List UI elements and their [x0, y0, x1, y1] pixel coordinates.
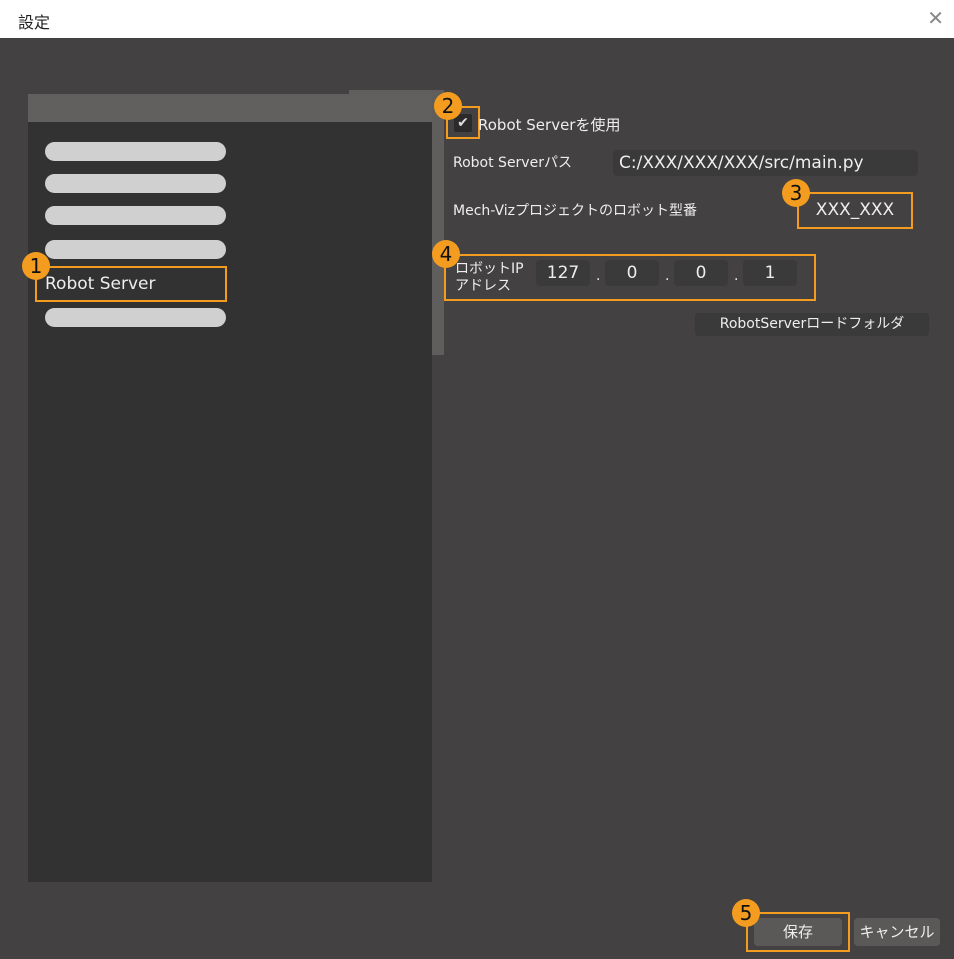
ip-label-line1: ロボットIP	[455, 261, 524, 277]
scrollbar[interactable]	[432, 90, 444, 355]
load-folder-button[interactable]: RobotServerロードフォルダ	[695, 313, 929, 336]
badge-2: 2	[434, 92, 462, 120]
nav-item-placeholder[interactable]	[45, 240, 226, 259]
ip-octet-4[interactable]: 1	[743, 260, 797, 286]
save-button[interactable]: 保存	[754, 918, 842, 946]
path-input[interactable]: C:/XXX/XXX/XXX/src/main.py	[613, 150, 918, 176]
ip-dot: .	[596, 268, 601, 284]
ip-octet-2[interactable]: 0	[605, 260, 659, 286]
ip-dot: .	[665, 268, 670, 284]
model-input[interactable]: XXX_XXX	[797, 192, 913, 229]
nav-item-placeholder[interactable]	[45, 206, 226, 225]
nav-item-label: Robot Server	[45, 274, 156, 294]
path-label: Robot Serverパス	[453, 155, 572, 171]
model-label: Mech-Vizプロジェクトのロボット型番	[453, 203, 698, 219]
badge-3: 3	[782, 179, 810, 207]
nav-panel-header	[28, 94, 432, 122]
use-robot-server-label: Robot Serverを使用	[478, 116, 621, 134]
badge-1: 1	[22, 252, 50, 280]
ip-octet-3[interactable]: 0	[674, 260, 728, 286]
nav-item-robot-server[interactable]: Robot Server	[35, 266, 227, 302]
window-title: 設定	[18, 13, 51, 32]
nav-item-placeholder[interactable]	[45, 142, 226, 161]
scrollbar-top	[349, 90, 432, 94]
badge-4: 4	[432, 240, 460, 268]
ip-label-line2: アドレス	[455, 278, 511, 294]
title-bar	[0, 0, 954, 38]
close-icon[interactable]: ✕	[927, 6, 944, 30]
badge-5: 5	[732, 899, 760, 927]
cancel-button[interactable]: キャンセル	[854, 918, 940, 946]
ip-octet-1[interactable]: 127	[536, 260, 590, 286]
ip-label: ロボットIP アドレス	[455, 261, 524, 295]
nav-item-placeholder[interactable]	[45, 308, 226, 327]
nav-item-placeholder[interactable]	[45, 174, 226, 193]
ip-dot: .	[734, 268, 739, 284]
